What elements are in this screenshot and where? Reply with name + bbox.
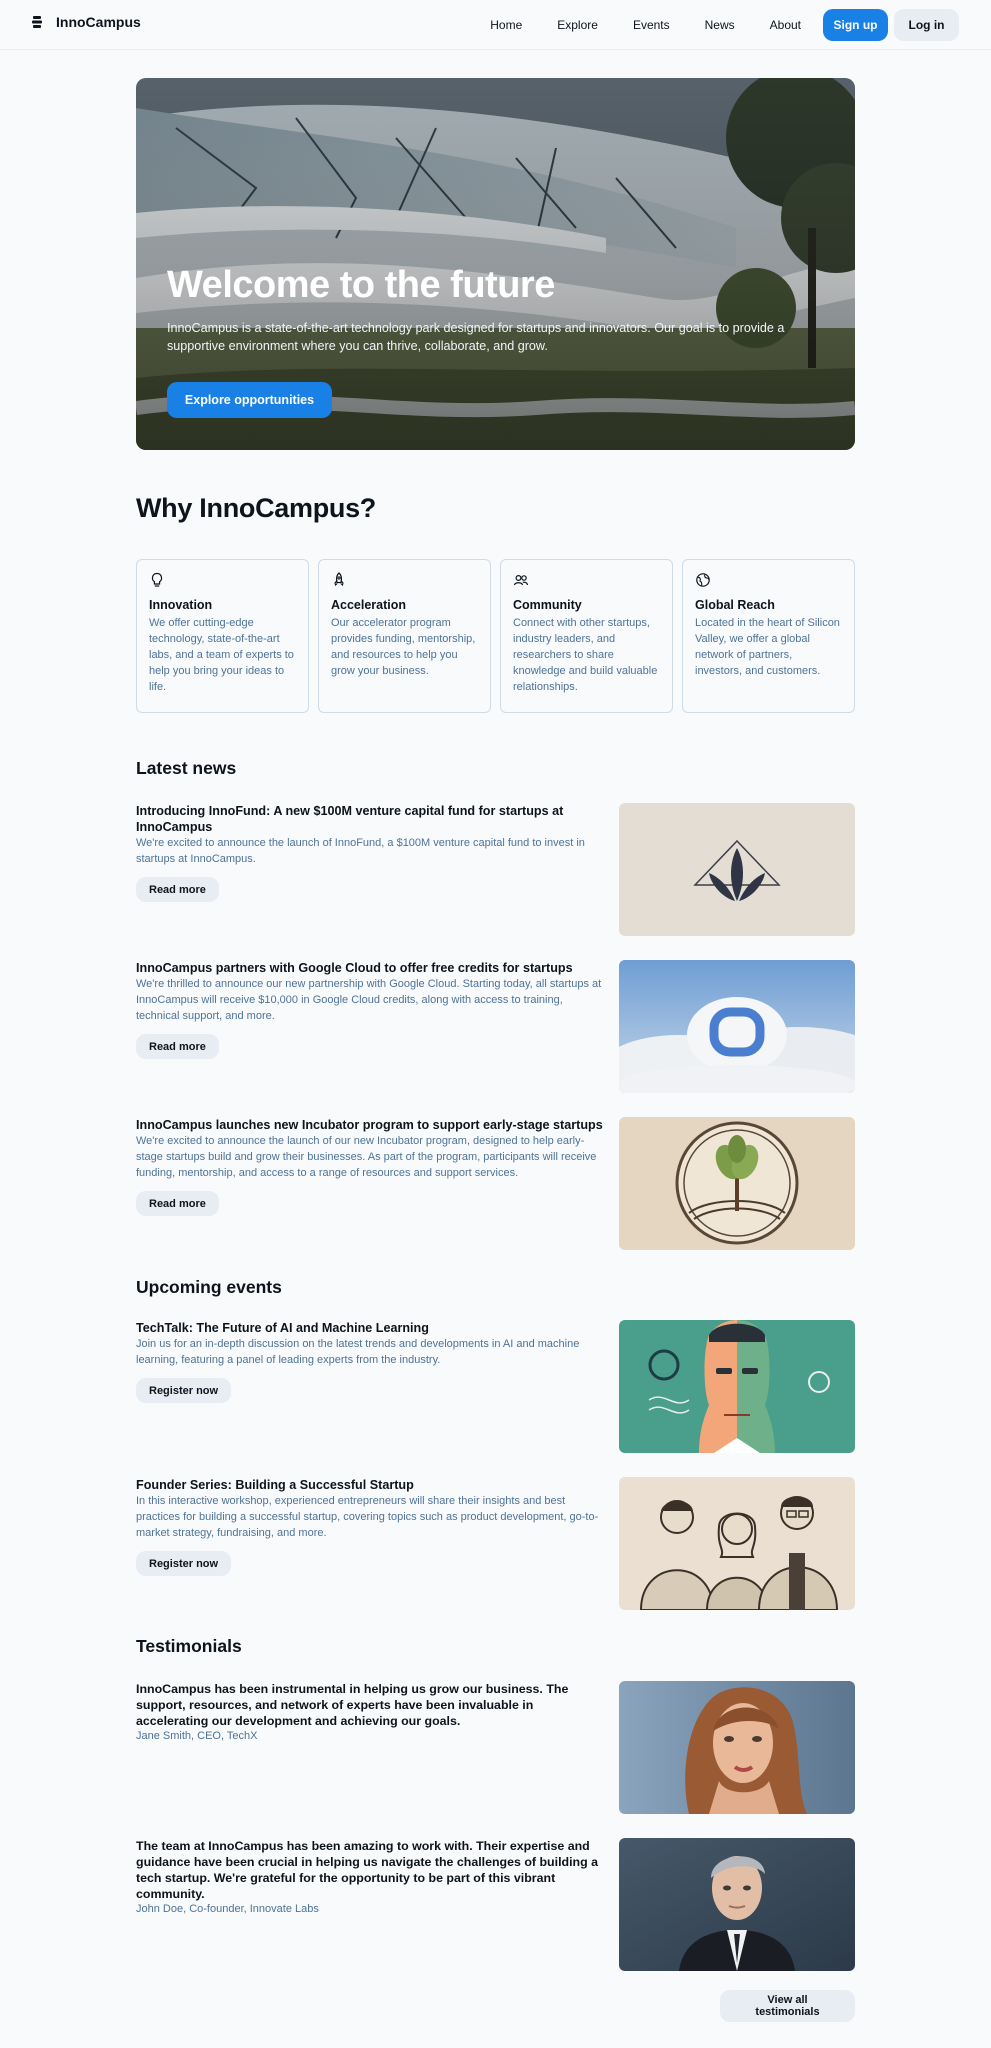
news-image bbox=[619, 960, 855, 1093]
feature-title: Community bbox=[513, 598, 582, 612]
brand-name: InnoCampus bbox=[56, 14, 141, 30]
testimonials-heading: Testimonials bbox=[136, 1636, 242, 1656]
view-all-testimonials-button[interactable]: View all testimonials bbox=[720, 1990, 855, 2022]
feature-description: Located in the heart of Silicon Valley, … bbox=[695, 617, 840, 677]
nav-explore-link[interactable]: Explore bbox=[557, 18, 598, 32]
event-title[interactable]: Founder Series: Building a Successful St… bbox=[136, 1477, 606, 1493]
lightbulb-icon bbox=[151, 572, 163, 587]
event-description: Join us for an in-depth discussion on th… bbox=[136, 1338, 580, 1366]
feature-title: Acceleration bbox=[331, 598, 407, 612]
signup-button[interactable]: Sign up bbox=[823, 9, 888, 41]
testimonial-author: John Doe, Co-founder, Innovate Labs bbox=[136, 1903, 319, 1915]
brand[interactable]: InnoCampus bbox=[30, 14, 141, 30]
feature-card-acceleration: Acceleration Our accelerator program pro… bbox=[318, 559, 491, 713]
feature-card-community: Community Connect with other startups, i… bbox=[500, 559, 673, 713]
founders-sketch-image bbox=[619, 1477, 855, 1610]
event-title[interactable]: TechTalk: The Future of AI and Machine L… bbox=[136, 1320, 606, 1336]
incubator-seedling-image bbox=[619, 1117, 855, 1250]
woman-portrait-image bbox=[619, 1681, 855, 1814]
ai-face-illustration-image bbox=[619, 1320, 855, 1453]
feature-description: Our accelerator program provides funding… bbox=[331, 617, 476, 677]
news-description: We're excited to announce the launch of … bbox=[136, 1135, 597, 1179]
testimonial-item: The team at InnoCampus has been amazing … bbox=[136, 1838, 855, 1972]
feature-title: Global Reach bbox=[695, 598, 775, 612]
news-item: InnoCampus launches new Incubator progra… bbox=[136, 1117, 855, 1251]
news-item: Introducing InnoFund: A new $100M ventur… bbox=[136, 803, 855, 937]
testimonial-photo bbox=[619, 1681, 855, 1814]
testimonial-item: InnoCampus has been instrumental in help… bbox=[136, 1681, 855, 1815]
event-item: Founder Series: Building a Successful St… bbox=[136, 1477, 855, 1611]
feature-description: Connect with other startups, industry le… bbox=[513, 617, 658, 693]
read-more-button[interactable]: Read more bbox=[136, 1034, 219, 1059]
feature-description: We offer cutting-edge technology, state-… bbox=[149, 617, 294, 693]
brand-logo-icon bbox=[32, 16, 42, 28]
testimonial-author: Jane Smith, CEO, TechX bbox=[136, 1730, 258, 1742]
event-image bbox=[619, 1320, 855, 1453]
nav-events-link[interactable]: Events bbox=[633, 18, 670, 32]
feature-cards: Innovation We offer cutting-edge technol… bbox=[136, 559, 855, 713]
news-title[interactable]: InnoCampus launches new Incubator progra… bbox=[136, 1117, 606, 1133]
event-description: In this interactive workshop, experience… bbox=[136, 1495, 599, 1539]
feature-card-global-reach: Global Reach Located in the heart of Sil… bbox=[682, 559, 855, 713]
read-more-button[interactable]: Read more bbox=[136, 1191, 219, 1216]
cloud-partnership-image bbox=[619, 960, 855, 1093]
upcoming-events-heading: Upcoming events bbox=[136, 1277, 282, 1297]
feature-card-innovation: Innovation We offer cutting-edge technol… bbox=[136, 559, 309, 713]
news-image bbox=[619, 803, 855, 936]
news-title[interactable]: Introducing InnoFund: A new $100M ventur… bbox=[136, 803, 606, 835]
news-image bbox=[619, 1117, 855, 1250]
innofund-logo-image bbox=[619, 803, 855, 936]
top-navbar: InnoCampus Home Explore Events News Abou… bbox=[0, 0, 991, 50]
globe-icon bbox=[696, 573, 710, 587]
register-now-button[interactable]: Register now bbox=[136, 1551, 232, 1576]
users-icon bbox=[513, 574, 529, 586]
latest-news-heading: Latest news bbox=[136, 758, 237, 778]
event-image bbox=[619, 1477, 855, 1610]
rocket-icon bbox=[334, 572, 344, 586]
news-description: We're thrilled to announce our new partn… bbox=[136, 978, 602, 1022]
nav-news-link[interactable]: News bbox=[705, 18, 735, 32]
man-portrait-image bbox=[619, 1838, 855, 1971]
news-description: We're excited to announce the launch of … bbox=[136, 837, 585, 865]
hero-description: InnoCampus is a state-of-the-art technol… bbox=[167, 321, 785, 353]
register-now-button[interactable]: Register now bbox=[136, 1378, 232, 1403]
hero-banner: Welcome to the future InnoCampus is a st… bbox=[136, 78, 855, 450]
feature-title: Innovation bbox=[149, 598, 213, 612]
testimonial-quote: The team at InnoCampus has been amazing … bbox=[136, 1839, 598, 1901]
why-heading: Why InnoCampus? bbox=[136, 493, 376, 523]
read-more-button[interactable]: Read more bbox=[136, 877, 219, 902]
explore-opportunities-button[interactable]: Explore opportunities bbox=[167, 382, 332, 418]
hero-title: Welcome to the future bbox=[167, 264, 555, 306]
event-item: TechTalk: The Future of AI and Machine L… bbox=[136, 1320, 855, 1454]
news-item: InnoCampus partners with Google Cloud to… bbox=[136, 960, 855, 1094]
nav-home-link[interactable]: Home bbox=[490, 18, 522, 32]
main-nav: Home Explore Events News About Sign up L… bbox=[490, 9, 959, 41]
login-button[interactable]: Log in bbox=[894, 9, 959, 41]
testimonial-quote: InnoCampus has been instrumental in help… bbox=[136, 1682, 569, 1728]
news-title[interactable]: InnoCampus partners with Google Cloud to… bbox=[136, 960, 606, 976]
nav-about-link[interactable]: About bbox=[770, 18, 801, 32]
testimonial-photo bbox=[619, 1838, 855, 1971]
